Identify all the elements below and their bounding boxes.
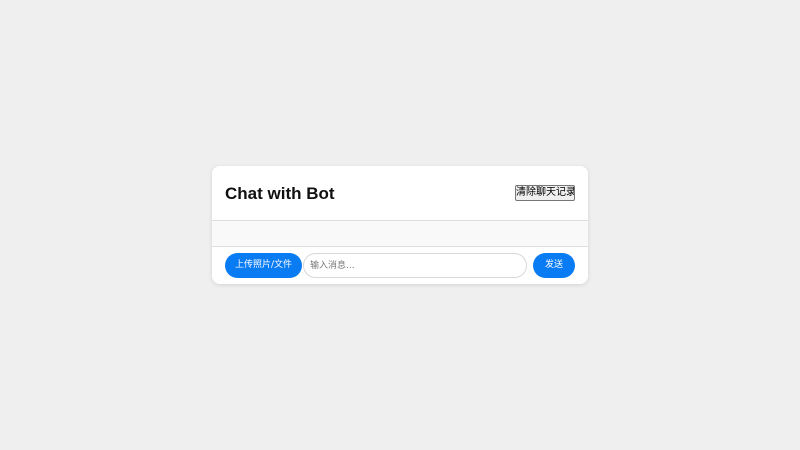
chat-header: Chat with Bot 清除聊天记录 (212, 166, 588, 221)
chat-window: Chat with Bot 清除聊天记录 上传照片/文件 发送 (212, 166, 588, 284)
send-button[interactable]: 发送 (533, 253, 575, 278)
message-input[interactable] (303, 253, 527, 278)
chat-title: Chat with Bot (225, 184, 335, 203)
upload-file-button[interactable]: 上传照片/文件 (225, 253, 302, 278)
composer-bar: 上传照片/文件 发送 (212, 247, 588, 284)
clear-history-button[interactable]: 清除聊天记录 (515, 185, 575, 201)
message-list (212, 221, 588, 247)
